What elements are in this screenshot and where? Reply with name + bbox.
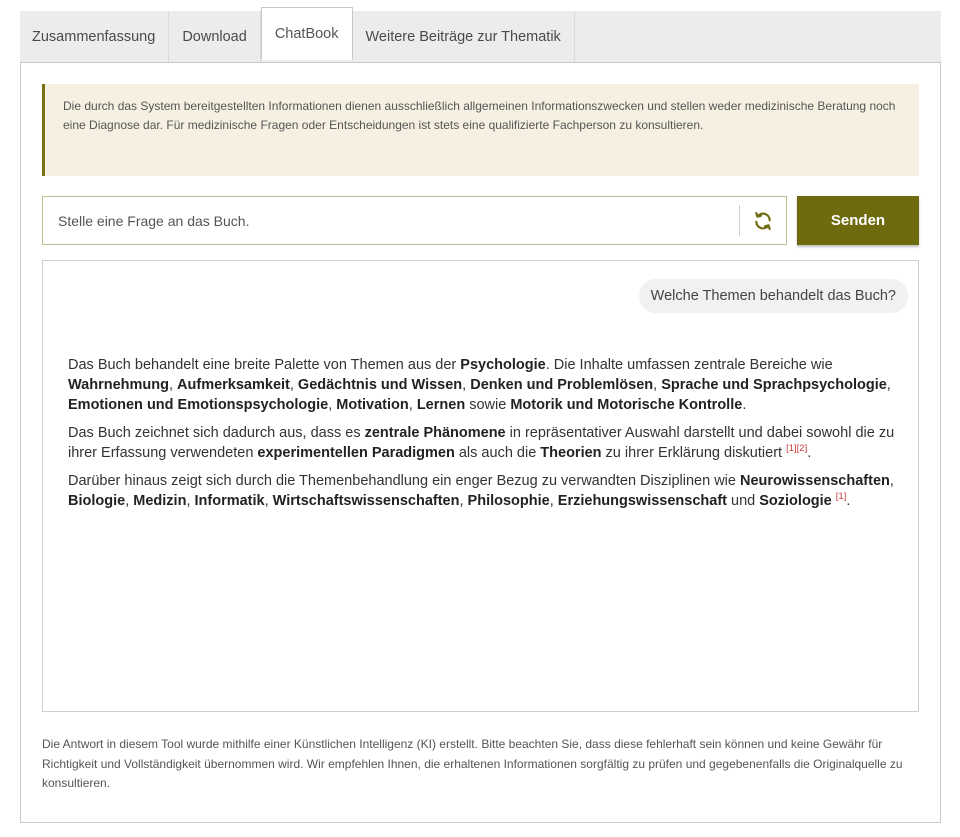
- ask-row: Senden: [42, 196, 919, 245]
- text: ,: [289, 377, 298, 393]
- term: Sprache und Sprachpsychologie: [661, 377, 887, 393]
- text: .: [807, 445, 812, 461]
- term: Soziologie: [759, 493, 832, 509]
- text: Das Buch zeichnet sich dadurch aus, dass…: [68, 425, 365, 441]
- term: zentrale Phänomene: [364, 425, 506, 441]
- term: Medizin: [133, 493, 187, 509]
- text: Darüber hinaus zeigt sich durch die Them…: [68, 473, 740, 489]
- term: Motorik und Motorische Kontrolle: [510, 397, 743, 413]
- text: ,: [186, 493, 195, 509]
- tab-zusammenfassung[interactable]: Zusammenfassung: [20, 11, 170, 62]
- tab-label: Weitere Beiträge zur Thematik: [365, 28, 561, 45]
- text: ,: [549, 493, 558, 509]
- term: experimentellen Paradigmen: [257, 445, 455, 461]
- disclaimer-text: Die Antwort in diesem Tool wurde mithilf…: [42, 737, 903, 790]
- answer-paragraph-1: Das Buch behandelt eine breite Palette v…: [68, 355, 898, 415]
- tab-weitere-beitraege[interactable]: Weitere Beiträge zur Thematik: [353, 11, 575, 62]
- term: Philosophie: [467, 493, 550, 509]
- ai-disclaimer: Die Antwort in diesem Tool wurde mithilf…: [42, 735, 922, 794]
- bot-answer: Das Buch behandelt eine breite Palette v…: [68, 355, 898, 519]
- reference-link[interactable]: [1]: [786, 443, 797, 454]
- term: Gedächtnis und Wissen: [297, 377, 463, 393]
- term: Aufmerksamkeit: [177, 377, 290, 393]
- term: Theorien: [540, 445, 602, 461]
- text: .: [846, 493, 851, 509]
- user-question-bubble: Welche Themen behandelt das Buch?: [638, 279, 908, 313]
- medical-notice: Die durch das System bereitgestellten In…: [42, 84, 919, 176]
- tab-bar: Zusammenfassung Download ChatBook Weiter…: [20, 7, 941, 63]
- tab-chatbook[interactable]: ChatBook: [260, 7, 353, 60]
- text: ,: [459, 493, 468, 509]
- term: Informatik: [194, 493, 265, 509]
- tab-label: Download: [182, 28, 247, 45]
- text: ,: [889, 473, 894, 489]
- answer-paragraph-2: Das Buch zeichnet sich dadurch aus, dass…: [68, 423, 898, 463]
- term: Lernen: [416, 397, 466, 413]
- term: Denken und Problemlösen: [470, 377, 654, 393]
- tab-label: Zusammenfassung: [32, 28, 156, 45]
- question-input-wrapper: [42, 196, 787, 245]
- term: Wahrnehmung: [68, 377, 169, 393]
- term: Wirtschaftswissenschaften: [272, 493, 460, 509]
- term: Biologie: [68, 493, 126, 509]
- user-question-text: Welche Themen behandelt das Buch?: [650, 288, 896, 304]
- notice-text: Die durch das System bereitgestellten In…: [63, 99, 896, 132]
- text: ,: [653, 377, 662, 393]
- term: Motivation: [336, 397, 409, 413]
- text: sowie: [465, 397, 511, 413]
- answer-paragraph-3: Darüber hinaus zeigt sich durch die Them…: [68, 471, 898, 511]
- term: Erziehungswissenschaft: [557, 493, 727, 509]
- question-input[interactable]: [43, 197, 723, 244]
- reference-link[interactable]: [1]: [836, 491, 847, 502]
- text: und: [727, 493, 760, 509]
- text: ,: [168, 377, 178, 393]
- text: zu ihrer Erklärung diskutiert: [601, 445, 787, 461]
- tab-download[interactable]: Download: [169, 11, 261, 62]
- refresh-icon: [755, 211, 771, 230]
- tab-label: ChatBook: [274, 25, 339, 42]
- reference-link[interactable]: [2]: [797, 443, 808, 454]
- term: Emotionen und Emotionspsychologie: [68, 397, 329, 413]
- term: Psychologie: [460, 357, 546, 373]
- text: .: [742, 397, 747, 413]
- text: ,: [264, 493, 273, 509]
- text: Das Buch behandelt eine breite Palette v…: [68, 357, 461, 373]
- chatbook-panel: Die durch das System bereitgestellten In…: [20, 62, 941, 823]
- term: Neurowissenschaften: [739, 473, 890, 489]
- refresh-button[interactable]: [739, 205, 786, 236]
- text: . Die Inhalte umfassen zentrale Bereiche…: [545, 357, 833, 373]
- text: ,: [408, 397, 417, 413]
- text: ,: [886, 377, 891, 393]
- text: ,: [462, 377, 471, 393]
- chat-area: Welche Themen behandelt das Buch? Das Bu…: [42, 260, 919, 712]
- text: als auch die: [454, 445, 541, 461]
- send-button[interactable]: Senden: [797, 196, 919, 245]
